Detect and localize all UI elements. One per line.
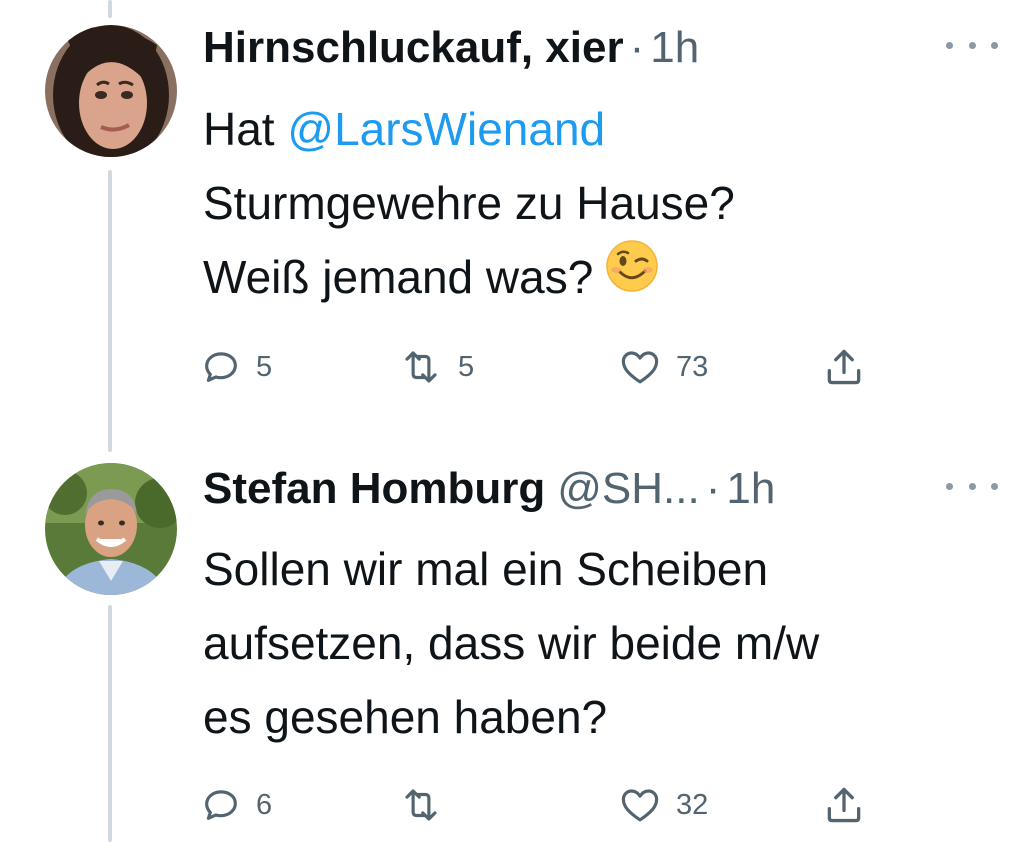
tweet-text-line: Sollen wir mal ein Scheiben: [203, 543, 769, 595]
separator-dot: ·: [629, 23, 645, 72]
tweet-text: Sollen wir mal ein Scheiben aufsetzen, d…: [203, 532, 1004, 754]
heart-icon: [621, 789, 659, 822]
tweet-header: Hirnschluckauf, xier · 1h: [203, 20, 1004, 76]
tweet-text-content: Weiß jemand was?: [203, 251, 594, 303]
timestamp[interactable]: 1h: [726, 464, 775, 514]
more-icon-dot: [968, 41, 976, 49]
retweet-button[interactable]: [398, 780, 458, 830]
display-name[interactable]: Stefan Homburg: [203, 464, 545, 514]
tweet-thread: Hirnschluckauf, xier · 1h Hat @LarsWiena…: [0, 0, 1024, 842]
avatar[interactable]: [45, 463, 177, 595]
more-icon: [946, 41, 953, 49]
handle[interactable]: @SH...: [557, 464, 699, 514]
share-icon: [827, 787, 861, 823]
tweet-actions: 6 32: [200, 780, 900, 830]
reply-count: 6: [256, 788, 273, 821]
share-icon: [827, 349, 861, 385]
retweet-icon: [405, 789, 437, 821]
more-icon-dot: [991, 482, 998, 490]
tweet-header: Stefan Homburg @SH... · 1h: [203, 461, 1004, 517]
more-button[interactable]: [946, 471, 998, 501]
more-icon-dot: [991, 41, 998, 49]
more-icon-dot: [968, 482, 976, 490]
heart-icon: [621, 351, 659, 384]
tweet-text-line: Hat @LarsWienand: [203, 92, 1004, 166]
tweet-text-line: aufsetzen, dass wir beide m/w: [203, 617, 820, 669]
tweet-text-line: Weiß jemand was?: [203, 240, 1004, 318]
separator-dot: ·: [705, 464, 721, 513]
winking-face-icon: [605, 239, 659, 314]
share-button[interactable]: [822, 342, 866, 392]
retweet-icon: [405, 351, 437, 383]
like-button[interactable]: 73: [618, 342, 708, 392]
reply-count: 5: [256, 350, 273, 383]
like-count: 73: [676, 350, 709, 383]
thread-line: [108, 170, 112, 452]
reply-icon: [205, 352, 237, 382]
more-icon: [946, 482, 953, 490]
retweet-button[interactable]: 5: [398, 342, 474, 392]
tweet-text-prefix: Hat: [203, 103, 288, 155]
like-count: 32: [676, 788, 709, 821]
thread-line: [108, 605, 112, 842]
timestamp[interactable]: 1h: [650, 23, 699, 73]
tweet-text: Hat @LarsWienand Sturmgewehre zu Hause? …: [203, 92, 1004, 318]
mention-link[interactable]: @LarsWienand: [287, 103, 605, 155]
tweet-text-line: Sturmgewehre zu Hause?: [203, 177, 735, 229]
like-button[interactable]: 32: [618, 780, 708, 830]
retweet-count: 5: [458, 350, 475, 383]
tweet-text-line: es gesehen haben?: [203, 691, 608, 743]
avatar[interactable]: [45, 25, 177, 157]
reply-button[interactable]: 6: [200, 780, 272, 830]
reply-icon: [205, 790, 237, 820]
share-button[interactable]: [822, 780, 866, 830]
reply-button[interactable]: 5: [200, 342, 272, 392]
thread-line: [108, 0, 112, 18]
display-name[interactable]: Hirnschluckauf, xier: [203, 23, 624, 73]
tweet-actions: 5 5 73: [200, 342, 900, 392]
more-button[interactable]: [946, 30, 998, 60]
